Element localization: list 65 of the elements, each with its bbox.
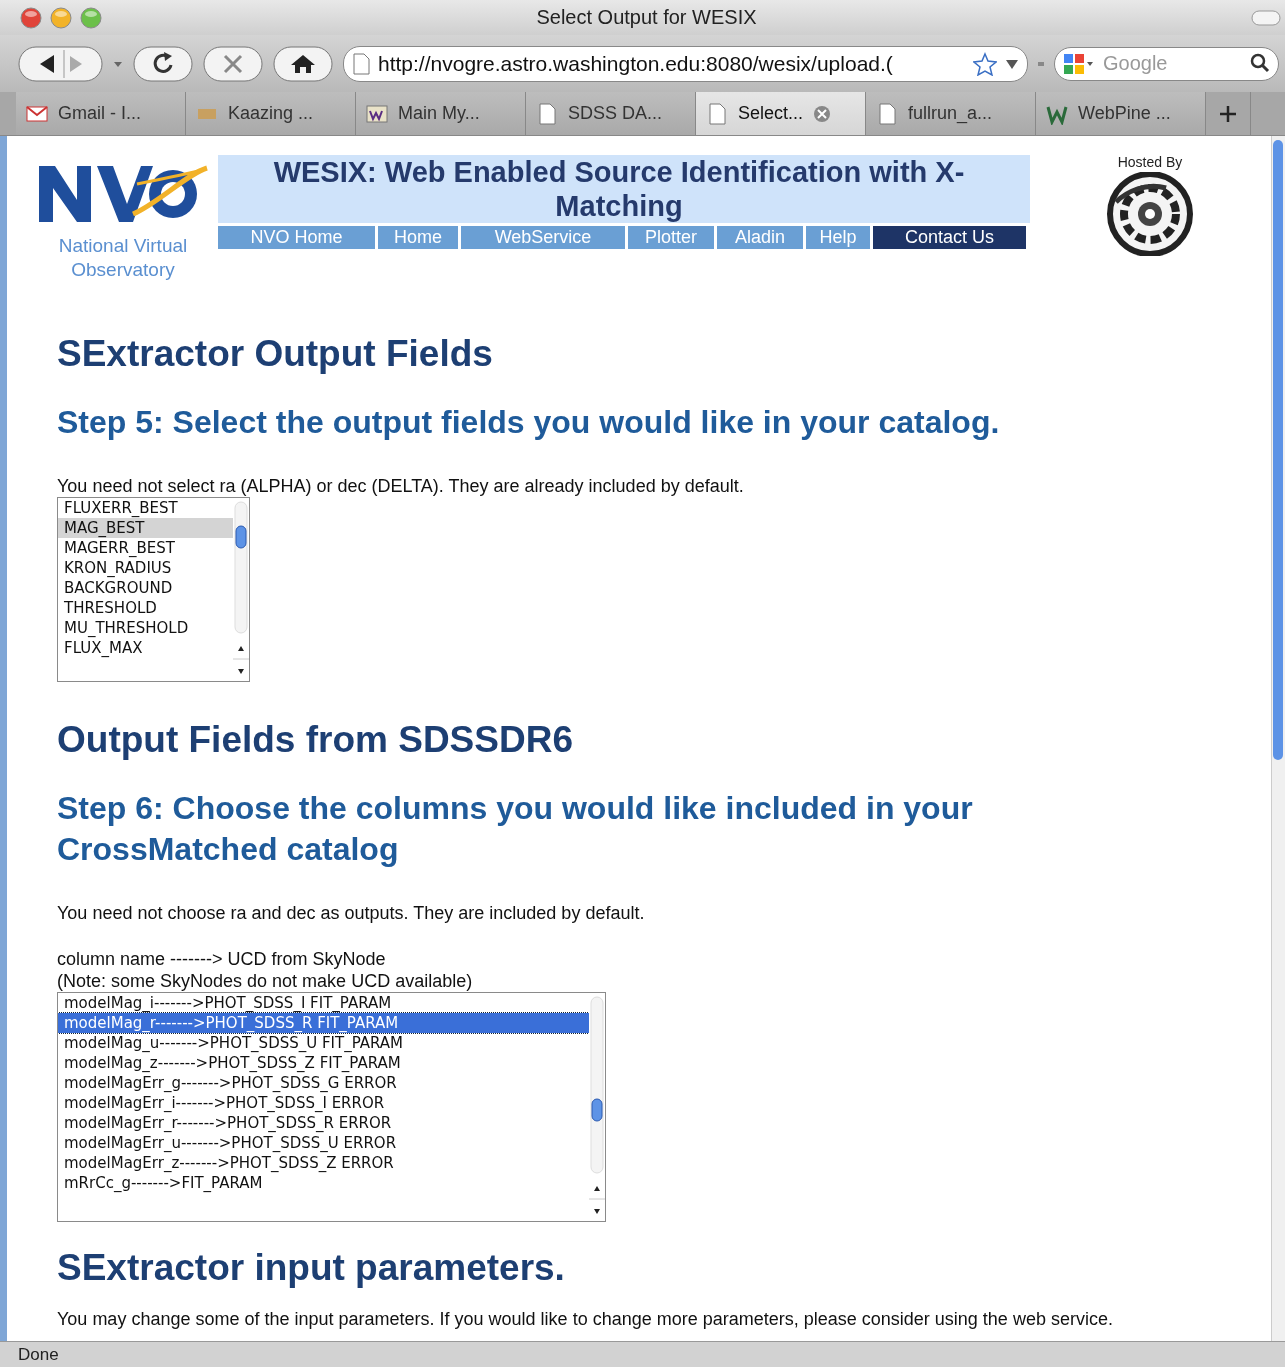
nav-link[interactable]: Contact Us — [873, 226, 1026, 249]
section-heading: SExtractor Output Fields — [57, 332, 494, 376]
list-box[interactable] — [57, 992, 606, 1222]
window-minimize-button[interactable] — [50, 6, 72, 29]
bookmark-star-icon[interactable] — [973, 51, 997, 76]
list-option[interactable]: modelMag_i------->PHOT_SDSS_I FIT_PARAM — [58, 993, 589, 1013]
home-button[interactable] — [273, 45, 333, 82]
window-zoom-button[interactable] — [80, 6, 102, 29]
instruction-text: You may change some of the input parameters. If you would like to change more parameters, please consider using the web service. — [57, 1308, 1114, 1330]
search-icon[interactable] — [1250, 52, 1270, 73]
section-heading: Output Fields from SDSSDR6 — [57, 718, 574, 762]
reload-button[interactable] — [133, 45, 193, 82]
page-icon — [876, 102, 898, 125]
step-heading: Step 5: Select the output fields you would like in your catalog. — [57, 403, 1001, 442]
list-option[interactable]: modelMag_r------->PHOT_SDSS_R FIT_PARAM — [58, 1013, 589, 1033]
list-option[interactable]: MAGERR_BEST — [58, 538, 233, 558]
toolbar-toggle-button[interactable] — [1251, 9, 1281, 26]
history-caret-icon[interactable] — [113, 59, 123, 68]
hosted-by-label: Hosted By — [1117, 154, 1183, 170]
browser-tab[interactable]: fullrun_a... — [866, 92, 1036, 135]
site-icon — [366, 102, 388, 125]
list-option[interactable]: modelMagErr_z------->PHOT_SDSS_Z ERROR — [58, 1153, 589, 1173]
list-option[interactable]: MAG_BEST — [58, 518, 233, 538]
browser-tab[interactable]: Kaazing ... — [186, 92, 356, 135]
step-heading: Step 6: Choose the columns you would like included in your CrossMatched catalog — [57, 789, 974, 869]
status-text: Done — [0, 1341, 1285, 1367]
list-option[interactable]: modelMagErr_r------->PHOT_SDSS_R ERROR — [58, 1113, 589, 1133]
close-tab-icon[interactable] — [813, 104, 832, 123]
list-option[interactable]: THRESHOLD — [58, 598, 233, 618]
list-box[interactable]: FLUXERR_BEST MAG_BEST MAGERR_BEST KRON_RADIUS BACKGROUND THRESHOLD MU_THRESHOLD FLUX_MAX — [57, 497, 250, 682]
browser-tab[interactable]: SDSS DA... — [526, 92, 696, 135]
section-heading: SExtractor input parameters. — [57, 1246, 566, 1290]
list-option[interactable]: modelMag_u------->PHOT_SDSS_U FIT_PARAM — [58, 1033, 589, 1053]
back-forward-button[interactable] — [18, 45, 103, 82]
list-option[interactable]: modelMag_z------->PHOT_SDSS_Z FIT_PARAM — [58, 1053, 589, 1073]
site-title: WESIX: Web Enabled Source Identification with X-Matching — [218, 155, 1030, 223]
browser-tab[interactable]: Main My... — [356, 92, 526, 135]
list-option[interactable]: modelMagErr_g------->PHOT_SDSS_G ERROR — [58, 1073, 589, 1093]
instruction-text: You need not choose ra and dec as outputs. They are included by default. — [57, 902, 646, 924]
window-title: Select Output for WESIX — [535, 6, 758, 29]
browser-tab[interactable]: Gmail - I... — [16, 92, 186, 135]
page-icon — [536, 102, 558, 125]
list-option[interactable]: FLUXERR_BEST — [58, 498, 233, 518]
page-icon — [352, 52, 370, 75]
list-option[interactable]: modelMagErr_u------->PHOT_SDSS_U ERROR — [58, 1133, 589, 1153]
search-engine-icon[interactable] — [1063, 52, 1095, 75]
list-option[interactable]: KRON_RADIUS — [58, 558, 233, 578]
page-icon — [706, 102, 728, 125]
list-option[interactable]: FLUX_MAX — [58, 638, 233, 658]
stop-button[interactable] — [203, 45, 263, 82]
list-option[interactable]: mRrCc_g------->FIT_PARAM — [58, 1173, 589, 1193]
logo-caption: National Virtual Observatory — [57, 234, 189, 282]
browser-tab[interactable]: WebPine ... — [1036, 92, 1206, 135]
instruction-text: You need not select ra (ALPHA) or dec (DELTA). They are already included by default. — [57, 475, 745, 497]
window-close-button[interactable] — [20, 6, 42, 29]
instruction-text: column name -------> UCD from SkyNode — [57, 948, 387, 970]
list-option[interactable]: modelMagErr_i------->PHOT_SDSS_I ERROR — [58, 1093, 589, 1113]
address-bar[interactable]: http://nvogre.astro.washington.edu:8080/wesix/upload.( — [343, 45, 1028, 82]
new-tab-icon[interactable] — [1219, 104, 1237, 123]
browser-tab[interactable]: Select... — [696, 92, 866, 135]
list-option[interactable]: BACKGROUND — [58, 578, 233, 598]
instruction-text: (Note: some SkyNodes do not make UCD available) — [57, 970, 474, 992]
list-option[interactable]: MU_THRESHOLD — [58, 618, 233, 638]
dropdown-caret-icon[interactable] — [1005, 57, 1019, 70]
search-field[interactable]: Google — [1054, 46, 1279, 81]
